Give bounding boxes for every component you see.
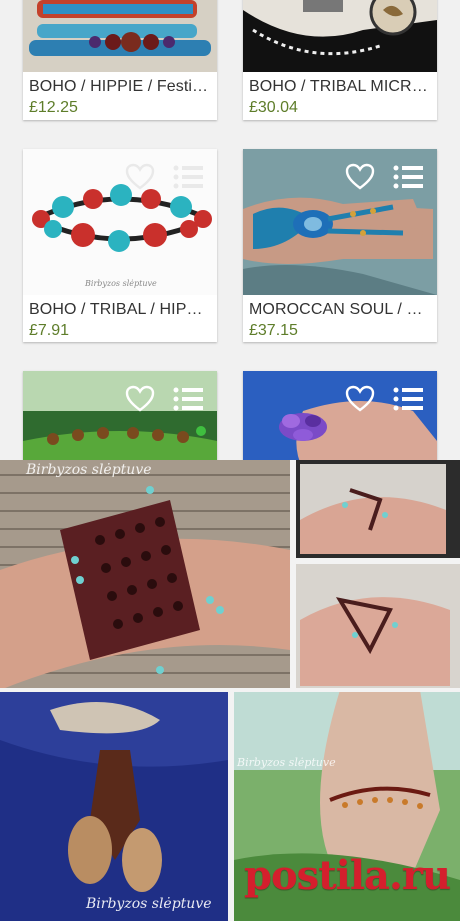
collage-image[interactable]: Birbyzos slėptuve Birbyzos slėptuve Birb… [0, 460, 460, 921]
product-price: £37.15 [249, 322, 298, 339]
image-watermark: Birbyzos slėptuve [26, 462, 152, 478]
product-card[interactable]: MOROCCAN SOUL / HIPPIE £37.15 [243, 149, 437, 342]
product-image[interactable] [23, 0, 217, 72]
list-icon[interactable] [393, 163, 423, 191]
product-title[interactable]: MOROCCAN SOUL / HIPPIE [249, 301, 431, 319]
heart-outline-icon[interactable] [125, 385, 155, 413]
heart-outline-icon[interactable] [345, 163, 375, 191]
product-image[interactable] [243, 0, 437, 72]
product-card[interactable]: BOHO / TRIBAL MICROMACRAME £30.04 [243, 0, 437, 120]
product-title[interactable]: BOHO / TRIBAL MICROMACRAME [249, 78, 431, 96]
image-watermark: Birbyzos slėptuve [85, 279, 157, 288]
product-card[interactable]: Birbyzos slėptuve BOHO / TRIBAL / HIPPIE… [23, 149, 217, 342]
product-info: BOHO / HIPPIE / Festival £12.25 [23, 72, 217, 120]
product-image[interactable]: Birbyzos slėptuve [23, 149, 217, 295]
bracelet-photo [243, 0, 437, 72]
product-title[interactable]: BOHO / HIPPIE / Festival [29, 78, 211, 96]
image-watermark: Birbyzos slėptuve [86, 896, 212, 912]
image-watermark: Birbyzos slėptuve [237, 756, 336, 769]
product-price: £12.25 [29, 99, 78, 116]
product-info: BOHO / TRIBAL / HIPPIE £7.91 [23, 295, 217, 342]
product-info: BOHO / TRIBAL MICROMACRAME £30.04 [243, 72, 437, 120]
heart-outline-icon[interactable] [345, 385, 375, 413]
heart-outline-icon[interactable] [125, 163, 155, 191]
product-info: MOROCCAN SOUL / HIPPIE £37.15 [243, 295, 437, 342]
product-title[interactable]: BOHO / TRIBAL / HIPPIE [29, 301, 211, 319]
product-card[interactable]: BOHO / HIPPIE / Festival £12.25 [23, 0, 217, 120]
list-icon[interactable] [393, 385, 423, 413]
site-brand-logo[interactable]: postila.ru [244, 852, 451, 899]
product-price: £7.91 [29, 322, 70, 339]
bracelet-photo [23, 0, 217, 72]
product-image[interactable] [243, 149, 437, 295]
product-price: £30.04 [249, 99, 298, 116]
list-icon[interactable] [173, 385, 203, 413]
list-icon[interactable] [173, 163, 203, 191]
